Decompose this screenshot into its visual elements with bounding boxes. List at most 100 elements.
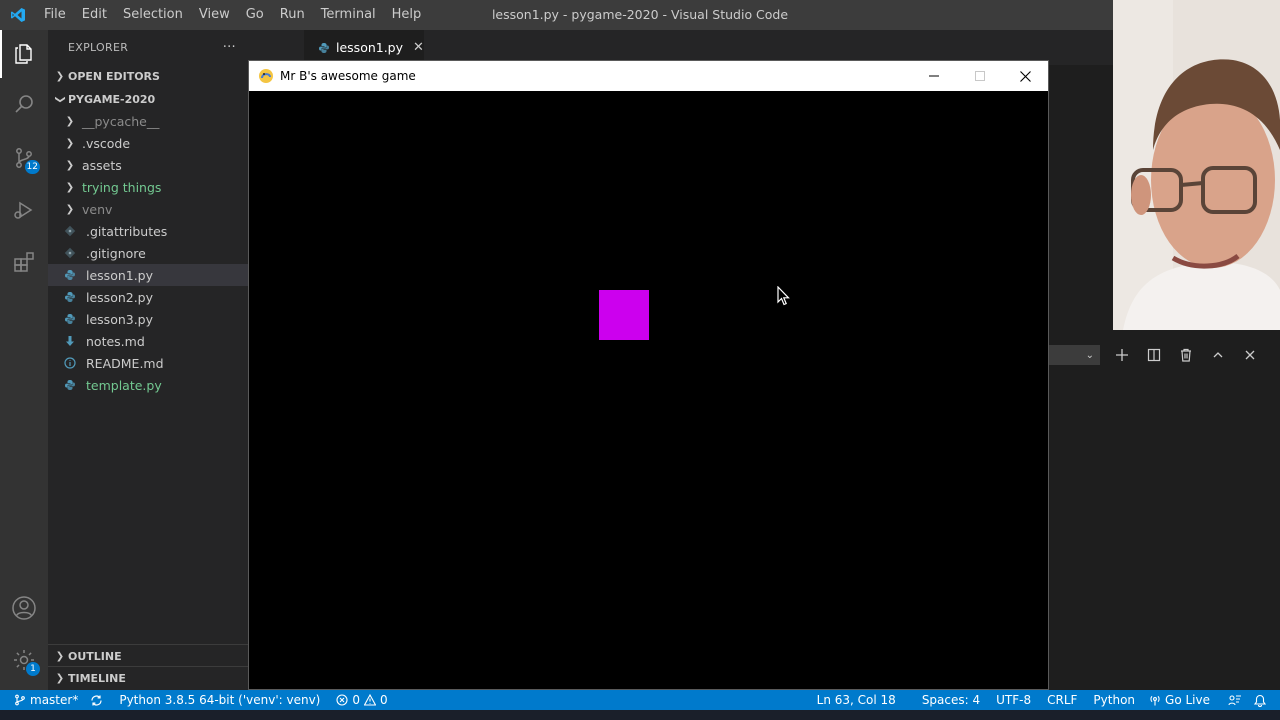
- menu-view[interactable]: View: [191, 0, 238, 30]
- chevron-right-icon: ❯: [65, 159, 75, 171]
- status-bar: master* Python 3.8.5 64-bit ('venv': ven…: [0, 690, 1280, 710]
- file-item-gitignore[interactable]: .gitignore: [48, 242, 248, 264]
- terminal-panel-toolbar: ⌄: [1048, 340, 1280, 370]
- broadcast-icon: [1150, 695, 1160, 706]
- outline-section[interactable]: ❯ OUTLINE: [48, 644, 248, 667]
- chevron-down-icon: ❯: [54, 94, 66, 104]
- file-item-notes-md[interactable]: notes.md: [48, 330, 248, 352]
- run-debug-icon[interactable]: [0, 186, 48, 234]
- git-branch-status[interactable]: master*: [0, 690, 84, 710]
- bell-icon: [1254, 694, 1266, 707]
- open-editors-section[interactable]: ❯ OPEN EDITORS: [48, 65, 248, 87]
- file-item-lesson1-py[interactable]: lesson1.py: [48, 264, 248, 286]
- explorer-header: EXPLORER ···: [48, 30, 248, 65]
- go-live-label: Go Live: [1165, 693, 1210, 707]
- window-title-text: lesson1.py - pygame-2020 - Visual Studio…: [491, 7, 789, 22]
- settings-gear-icon[interactable]: 1: [0, 636, 48, 684]
- pygame-titlebar[interactable]: Mr B's awesome game: [249, 61, 1048, 91]
- feedback-icon: [1228, 695, 1241, 706]
- new-terminal-icon[interactable]: [1106, 340, 1138, 370]
- settings-badge: 1: [26, 662, 40, 676]
- close-panel-icon[interactable]: [1234, 340, 1266, 370]
- accounts-icon[interactable]: [0, 584, 48, 632]
- chevron-right-icon: ❯: [65, 137, 75, 149]
- git-branch-icon: [15, 694, 25, 706]
- source-control-icon[interactable]: 12: [0, 134, 48, 182]
- chevron-right-icon: ❯: [65, 115, 75, 127]
- python-icon: [62, 379, 78, 391]
- error-count: 0: [352, 693, 360, 707]
- python-icon: [62, 313, 78, 325]
- cursor-position-status[interactable]: Ln 63, Col 18: [811, 690, 902, 710]
- menu-selection[interactable]: Selection: [115, 0, 191, 30]
- encoding-status[interactable]: UTF-8: [990, 690, 1037, 710]
- explorer-title: EXPLORER: [68, 41, 129, 54]
- tree-item-label: trying things: [82, 179, 162, 195]
- extensions-icon[interactable]: [0, 238, 48, 286]
- tree-item-label: __pycache__: [82, 113, 160, 129]
- folder-item-venv[interactable]: ❯ venv: [48, 198, 248, 220]
- folder-item-pycache[interactable]: ❯ __pycache__: [48, 110, 248, 132]
- folder-item-trying-things[interactable]: ❯ trying things: [48, 176, 248, 198]
- python-icon: [62, 291, 78, 303]
- file-item-gitattributes[interactable]: .gitattributes: [48, 220, 248, 242]
- chevron-down-icon: ⌄: [1085, 349, 1094, 361]
- warning-icon: [364, 694, 376, 706]
- file-item-lesson2-py[interactable]: lesson2.py: [48, 286, 248, 308]
- sync-icon: [91, 694, 102, 706]
- scm-badge: 12: [24, 160, 40, 174]
- activity-bar: 12 1: [0, 30, 48, 690]
- maximize-button[interactable]: [957, 61, 1003, 91]
- tab-label: lesson1.py: [336, 40, 404, 55]
- chevron-up-icon[interactable]: [1202, 340, 1234, 370]
- info-icon: [62, 357, 78, 369]
- timeline-section[interactable]: ❯ TIMELINE: [48, 666, 248, 689]
- more-actions-button[interactable]: ···: [223, 40, 236, 55]
- sync-status[interactable]: [84, 690, 109, 710]
- folder-item-vscode[interactable]: ❯ .vscode: [48, 132, 248, 154]
- menu-run[interactable]: Run: [272, 0, 313, 30]
- menu-file[interactable]: File: [36, 0, 74, 30]
- file-item-readme-md[interactable]: README.md: [48, 352, 248, 374]
- pygame-snake-icon: [259, 69, 273, 83]
- go-live-status[interactable]: Go Live: [1143, 690, 1216, 710]
- eol-status[interactable]: CRLF: [1041, 690, 1083, 710]
- pygame-window[interactable]: Mr B's awesome game: [248, 60, 1049, 690]
- menu-terminal[interactable]: Terminal: [313, 0, 384, 30]
- open-editors-label: OPEN EDITORS: [68, 69, 160, 83]
- chevron-right-icon: ❯: [55, 70, 65, 82]
- feedback-status[interactable]: [1222, 690, 1248, 710]
- folder-item-assets[interactable]: ❯ assets: [48, 154, 248, 176]
- game-canvas[interactable]: [249, 91, 1048, 689]
- explorer-icon[interactable]: [0, 30, 48, 78]
- indentation-status[interactable]: Spaces: 4: [916, 690, 986, 710]
- menu-go[interactable]: Go: [238, 0, 272, 30]
- menu-bar: File Edit Selection View Go Run Terminal…: [36, 0, 429, 30]
- chevron-right-icon: ❯: [55, 672, 65, 684]
- notifications-status[interactable]: [1248, 690, 1272, 710]
- tree-item-label: notes.md: [86, 333, 145, 349]
- tree-item-label: .gitattributes: [86, 223, 168, 239]
- branch-name: master*: [30, 693, 79, 707]
- menu-edit[interactable]: Edit: [74, 0, 115, 30]
- project-section[interactable]: ❯ PYGAME-2020: [48, 88, 248, 110]
- taskbar-edge: [0, 710, 1280, 720]
- webcam-overlay: [1113, 0, 1280, 330]
- python-interpreter-status[interactable]: Python 3.8.5 64-bit ('venv': venv): [113, 690, 326, 710]
- warning-count: 0: [380, 693, 388, 707]
- file-item-template-py[interactable]: template.py: [48, 374, 248, 396]
- split-terminal-icon[interactable]: [1138, 340, 1170, 370]
- terminal-select[interactable]: ⌄: [1048, 345, 1100, 365]
- search-icon[interactable]: [0, 80, 48, 128]
- trash-icon[interactable]: [1170, 340, 1202, 370]
- minimize-button[interactable]: [911, 61, 957, 91]
- menu-help[interactable]: Help: [384, 0, 430, 30]
- problems-status[interactable]: 0 0: [330, 690, 393, 710]
- close-icon[interactable]: ✕: [413, 40, 424, 55]
- file-item-lesson3-py[interactable]: lesson3.py: [48, 308, 248, 330]
- git-icon: [62, 247, 78, 259]
- window-close-button[interactable]: [1002, 61, 1048, 91]
- language-mode-status[interactable]: Python: [1087, 690, 1141, 710]
- tree-item-label: template.py: [86, 377, 162, 393]
- tree-item-label: .gitignore: [86, 245, 146, 261]
